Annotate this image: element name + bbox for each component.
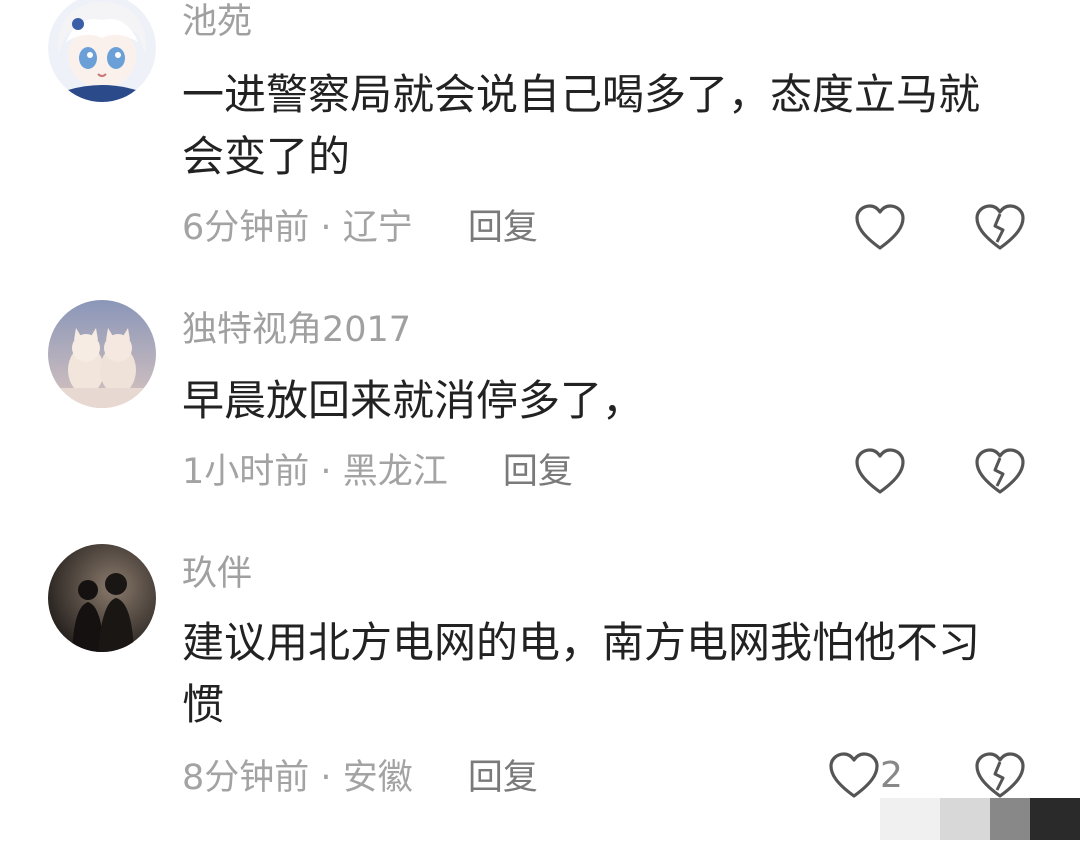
watermark-overlay	[880, 798, 1080, 840]
timestamp: 6分钟前	[182, 208, 310, 248]
username[interactable]: 玖伴	[182, 552, 252, 596]
like-count: 2	[880, 755, 903, 796]
username[interactable]: 独特视角2017	[182, 308, 411, 352]
reply-button[interactable]: 回复	[468, 758, 538, 798]
heart-outline-icon	[829, 752, 879, 798]
comment-item: 玖伴 建议用北方电网的电，南方电网我怕他不习惯 8分钟前 · 安徽 回复 2	[0, 544, 1080, 840]
comment-item: 独特视角2017 早晨放回来就消停多了， 1小时前 · 黑龙江 回复	[0, 300, 1080, 520]
heart-outline-icon	[855, 448, 905, 494]
user-avatar[interactable]	[48, 544, 156, 652]
comment-text: 建议用北方电网的电，南方电网我怕他不习惯	[182, 618, 981, 729]
user-avatar[interactable]	[48, 0, 156, 102]
broken-heart-icon	[975, 204, 1025, 250]
comment-item: 池苑 一进警察局就会说自己喝多了，态度立马就会变了的 6分钟前 · 辽宁 回复	[0, 0, 1080, 270]
timestamp: 8分钟前	[182, 758, 310, 798]
anime-avatar-icon	[48, 0, 156, 102]
timestamp: 1小时前	[182, 452, 310, 492]
separator: ·	[320, 208, 332, 248]
comment-meta: 1小时前 · 黑龙江 回复	[182, 450, 573, 494]
comment-text: 一进警察局就会说自己喝多了，态度立马就会变了的	[182, 70, 981, 181]
username[interactable]: 池苑	[182, 0, 252, 44]
separator: ·	[320, 452, 332, 492]
dislike-button[interactable]	[972, 446, 1028, 498]
broken-heart-icon	[975, 448, 1025, 494]
location: 安徽	[342, 758, 413, 798]
dislike-button[interactable]	[972, 750, 1028, 802]
comment-text: 早晨放回来就消停多了，	[182, 376, 645, 425]
like-button[interactable]	[852, 446, 908, 498]
reply-button[interactable]: 回复	[503, 452, 573, 492]
like-button[interactable]	[826, 750, 882, 802]
user-avatar[interactable]	[48, 300, 156, 408]
location: 辽宁	[342, 208, 413, 248]
like-button[interactable]	[852, 202, 908, 254]
broken-heart-icon	[975, 752, 1025, 798]
comment-meta: 6分钟前 · 辽宁 回复	[182, 206, 538, 250]
separator: ·	[320, 758, 332, 798]
couple-silhouette-avatar-icon	[48, 544, 156, 652]
reply-button[interactable]: 回复	[468, 208, 538, 248]
location: 黑龙江	[342, 452, 448, 492]
heart-outline-icon	[855, 204, 905, 250]
cats-avatar-icon	[48, 300, 156, 408]
comment-meta: 8分钟前 · 安徽 回复	[182, 756, 538, 800]
dislike-button[interactable]	[972, 202, 1028, 254]
